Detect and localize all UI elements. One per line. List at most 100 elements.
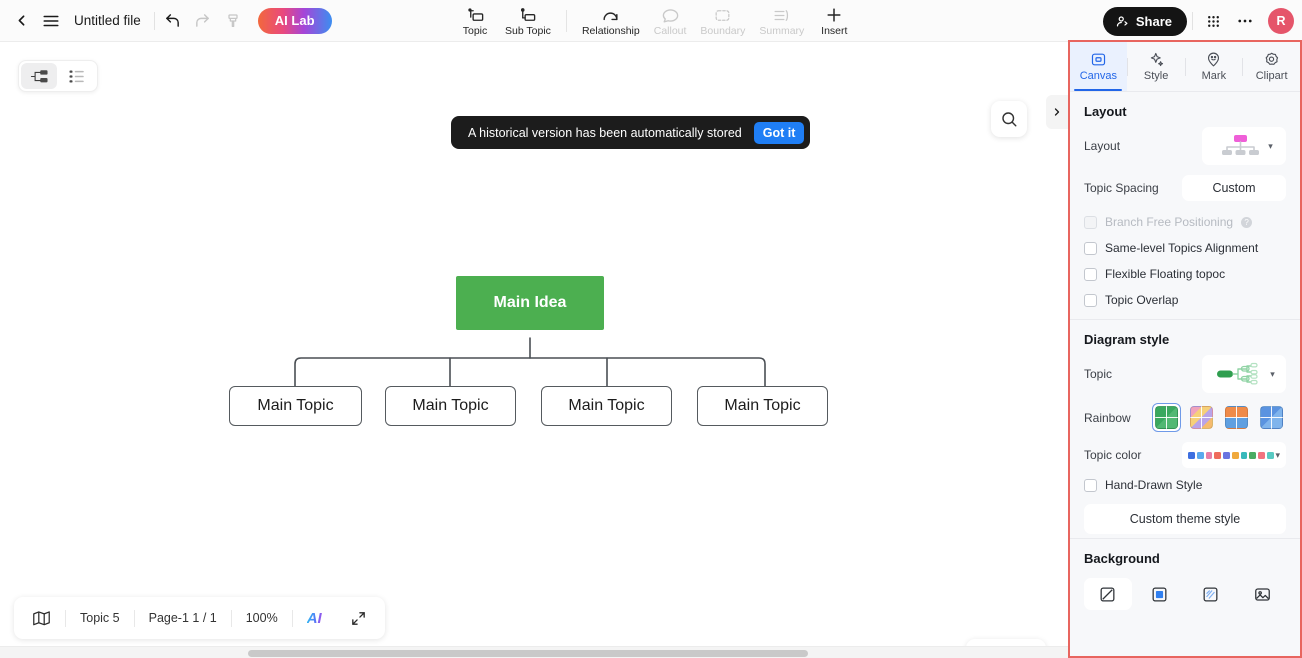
- tool-label: Sub Topic: [505, 24, 551, 37]
- ai-assistant-button[interactable]: AI: [293, 603, 336, 633]
- topic-spacing-label: Topic Spacing: [1084, 181, 1159, 195]
- color-swatch: [1266, 451, 1274, 459]
- background-option-solid-color[interactable]: [1136, 578, 1184, 610]
- rainbow-swatch-option[interactable]: [1152, 403, 1181, 432]
- color-swatch: [1258, 451, 1265, 459]
- tab-canvas[interactable]: Canvas: [1070, 42, 1127, 91]
- tool-relationship[interactable]: Relationship: [575, 1, 647, 41]
- checkbox-box[interactable]: [1084, 478, 1097, 492]
- fullscreen-button[interactable]: [336, 603, 381, 633]
- top-toolbar: Untitled file AI Lab Topic Sub Topic Rel…: [0, 0, 1302, 42]
- divider: [1192, 12, 1193, 30]
- mindmap-topic-node[interactable]: Main Topic: [541, 386, 672, 426]
- topic-spacing-dropdown[interactable]: Custom: [1182, 175, 1286, 201]
- page-indicator[interactable]: Page-1 1 / 1: [135, 603, 231, 633]
- horizontal-scrollbar-track[interactable]: [0, 646, 1068, 658]
- canvas-area[interactable]: A historical version has been automatica…: [0, 42, 1068, 658]
- horizontal-scrollbar-thumb[interactable]: [248, 650, 808, 657]
- color-swatch: [1223, 451, 1230, 459]
- checkbox-box[interactable]: [1084, 293, 1097, 307]
- tool-insert[interactable]: Insert: [811, 1, 857, 41]
- share-label: Share: [1135, 13, 1172, 29]
- chevron-down-icon: ▾: [1270, 368, 1275, 379]
- tool-label: Boundary: [700, 24, 746, 37]
- topic-color-row: Topic color ▾: [1084, 442, 1286, 468]
- tab-clipart[interactable]: Clipart: [1243, 42, 1300, 91]
- undo-button[interactable]: [158, 6, 188, 36]
- tool-sub-topic[interactable]: Sub Topic: [498, 1, 558, 41]
- zoom-level-label[interactable]: 100%: [232, 603, 292, 633]
- green-tree-style-icon: [1217, 362, 1258, 385]
- file-name-label[interactable]: Untitled file: [66, 13, 151, 28]
- topic-style-label: Topic: [1084, 367, 1113, 381]
- tab-label: Clipart: [1255, 70, 1288, 82]
- tool-label: Callout: [653, 24, 687, 37]
- mindmap-topic-node[interactable]: Main Topic: [697, 386, 828, 426]
- topic-style-dropdown[interactable]: ▾: [1202, 355, 1286, 393]
- background-option-pattern-fill[interactable]: [1187, 578, 1235, 610]
- rainbow-swatch: [1190, 406, 1213, 429]
- custom-theme-style-button[interactable]: Custom theme style: [1084, 504, 1286, 534]
- mindmap-topic-node[interactable]: Main Topic: [229, 386, 362, 426]
- checkbox-label: Hand-Drawn Style: [1105, 478, 1203, 492]
- checkbox-branch-free-positioning: Branch Free Positioning ?: [1084, 215, 1286, 229]
- rainbow-swatch: [1260, 406, 1283, 429]
- tab-mark[interactable]: Mark: [1186, 42, 1243, 91]
- hamburger-menu-button[interactable]: [36, 6, 66, 36]
- background-option-group: [1084, 578, 1286, 610]
- info-icon[interactable]: ?: [1241, 216, 1253, 228]
- back-button[interactable]: [6, 6, 36, 36]
- rainbow-swatch-option[interactable]: [1187, 403, 1216, 432]
- layout-section: Layout Layout ▾ Topic Spacing Custom Bra…: [1070, 92, 1300, 307]
- topic-color-dropdown[interactable]: ▾: [1182, 442, 1286, 468]
- rainbow-swatch-option[interactable]: [1257, 403, 1286, 432]
- mindmap-topic-node[interactable]: Main Topic: [385, 386, 516, 426]
- rainbow-swatch-option[interactable]: [1222, 403, 1251, 432]
- tool-label: Topic: [462, 24, 488, 37]
- rainbow-swatch-group: [1152, 403, 1286, 432]
- checkbox-box[interactable]: [1084, 241, 1097, 255]
- color-swatch: [1196, 451, 1204, 459]
- background-section: Background: [1070, 539, 1300, 610]
- sidebar-tab-bar: Canvas Style Mark Clipart: [1070, 42, 1300, 92]
- toolbar-left-group: Untitled file AI Lab: [0, 6, 332, 36]
- checkbox-label: Flexible Floating topoc: [1105, 267, 1226, 281]
- topic-spacing-row: Topic Spacing Custom: [1084, 175, 1286, 201]
- chevron-down-icon: ▾: [1275, 449, 1281, 460]
- tool-label: Relationship: [581, 24, 640, 37]
- checkbox-label: Same-level Topics Alignment: [1105, 241, 1259, 255]
- checkbox-flexible-floating-topic[interactable]: Flexible Floating topoc: [1084, 267, 1286, 281]
- background-option-image-fill[interactable]: [1239, 578, 1287, 610]
- mindmap-connectors: [294, 337, 766, 391]
- share-button[interactable]: Share: [1102, 6, 1187, 36]
- ai-lab-button[interactable]: AI Lab: [257, 7, 332, 34]
- tool-label: Summary: [759, 24, 805, 37]
- checkbox-box[interactable]: [1084, 267, 1097, 281]
- map-overview-button[interactable]: [18, 603, 65, 633]
- user-avatar[interactable]: R: [1268, 8, 1294, 34]
- background-option-no-fill[interactable]: [1084, 578, 1132, 610]
- divider: [153, 11, 155, 30]
- tab-label: Canvas: [1079, 70, 1118, 82]
- color-swatch: [1188, 451, 1195, 459]
- layout-row: Layout ▾: [1084, 127, 1286, 165]
- diagram-style-title: Diagram style: [1084, 332, 1170, 347]
- tool-topic[interactable]: Topic: [452, 1, 498, 41]
- layout-dropdown[interactable]: ▾: [1202, 127, 1286, 165]
- checkbox-hand-drawn-style[interactable]: Hand-Drawn Style: [1084, 478, 1286, 492]
- checkbox-same-level-topics-alignment[interactable]: Same-level Topics Alignment: [1084, 241, 1286, 255]
- rainbow-label: Rainbow: [1084, 410, 1131, 425]
- rainbow-swatch: [1155, 406, 1178, 429]
- color-swatch: [1231, 451, 1239, 459]
- tab-style[interactable]: Style: [1128, 42, 1185, 91]
- topic-count-label[interactable]: Topic 5: [66, 603, 134, 633]
- topic-color-label: Topic color: [1084, 448, 1142, 462]
- rainbow-swatch: [1225, 406, 1248, 429]
- layout-section-title: Layout: [1084, 104, 1127, 119]
- checkbox-box: [1084, 215, 1097, 229]
- grid-apps-button[interactable]: [1198, 6, 1228, 36]
- tool-callout: Callout: [647, 1, 694, 41]
- more-options-button[interactable]: [1230, 6, 1260, 36]
- mindmap-root-node[interactable]: Main Idea: [456, 276, 604, 330]
- checkbox-topic-overlap[interactable]: Topic Overlap: [1084, 293, 1286, 307]
